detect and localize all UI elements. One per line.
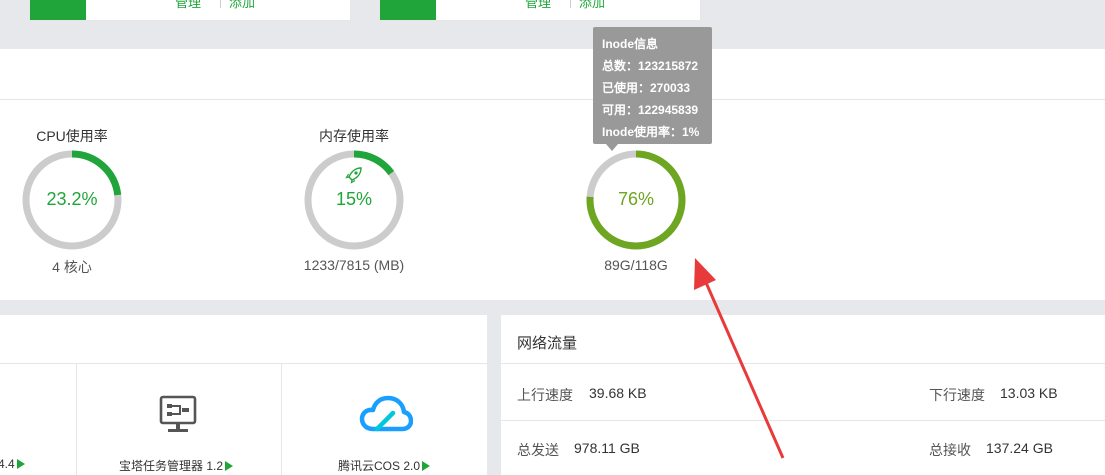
ftp-card: 管理 添加 bbox=[379, 0, 701, 21]
cpu-gauge-value: 23.2% bbox=[46, 189, 98, 209]
cloud-icon[interactable] bbox=[359, 395, 413, 435]
tooltip-usage: Inode使用率：1% bbox=[602, 125, 700, 139]
row-divider bbox=[501, 420, 1105, 421]
play-icon[interactable] bbox=[225, 461, 234, 471]
play-icon[interactable] bbox=[16, 459, 25, 469]
annotation-arrow bbox=[694, 258, 785, 459]
total-received-label: 总接收 bbox=[929, 442, 971, 458]
tooltip-pointer bbox=[606, 144, 618, 151]
software-version: 2.0 bbox=[403, 459, 421, 473]
monitor-icon[interactable] bbox=[158, 395, 198, 435]
cpu-gauge-title: CPU使用率 bbox=[36, 128, 108, 144]
grid-divider bbox=[76, 364, 77, 475]
software-name: 宝塔任务管理器 bbox=[119, 459, 204, 473]
panel-header-divider bbox=[0, 363, 487, 364]
network-title: 网络流量 bbox=[517, 335, 578, 352]
panel-header-divider bbox=[0, 99, 1105, 100]
panel-header-divider bbox=[501, 363, 1105, 364]
total-sent-value: 978.11 GB bbox=[574, 440, 640, 456]
software-version: 4.4 bbox=[0, 457, 15, 471]
tooltip-available: 可用：122945839 bbox=[602, 103, 699, 117]
link-divider bbox=[220, 0, 221, 8]
link-divider bbox=[570, 0, 571, 8]
site-card: 管理 添加 bbox=[29, 0, 351, 21]
cpu-cores: 4 核心 bbox=[52, 259, 92, 275]
manage-link[interactable]: 管理 bbox=[525, 0, 551, 11]
software-name: 腾讯云COS bbox=[338, 459, 401, 473]
tooltip-total: 总数：123215872 bbox=[602, 59, 699, 73]
total-sent-label: 总发送 bbox=[517, 442, 559, 458]
manage-link[interactable]: 管理 bbox=[175, 0, 201, 11]
total-received-value: 137.24 GB bbox=[986, 440, 1053, 456]
card-icon-block bbox=[380, 0, 436, 20]
memory-gauge-value: 15% bbox=[335, 189, 373, 209]
software-item-tencent-cos[interactable]: 腾讯云COS 2.0 bbox=[338, 457, 431, 474]
grid-divider bbox=[281, 364, 282, 475]
tooltip-title: Inode信息 bbox=[602, 37, 658, 51]
upload-speed-value: 39.68 KB bbox=[589, 385, 647, 401]
tooltip-used: 已使用：270033 bbox=[602, 81, 691, 95]
memory-gauge-title: 内存使用率 bbox=[319, 128, 389, 144]
software-item-partial[interactable]: 4.4 bbox=[0, 457, 25, 471]
upload-speed-label: 上行速度 bbox=[517, 387, 573, 403]
rocket-icon[interactable] bbox=[345, 166, 363, 184]
software-item-task-manager[interactable]: 宝塔任务管理器 1.2 bbox=[119, 457, 234, 474]
play-icon[interactable] bbox=[422, 461, 431, 471]
disk-gauge-value: 76% bbox=[617, 189, 655, 209]
add-link[interactable]: 添加 bbox=[229, 0, 255, 11]
download-speed-label: 下行速度 bbox=[929, 387, 985, 403]
download-speed-value: 13.03 KB bbox=[1000, 385, 1058, 401]
inode-tooltip: Inode信息 总数：123215872 已使用：270033 可用：12294… bbox=[593, 27, 712, 144]
add-link[interactable]: 添加 bbox=[579, 0, 605, 11]
memory-usage: 1233/7815 (MB) bbox=[303, 257, 405, 273]
software-panel bbox=[0, 315, 487, 475]
card-icon-block bbox=[30, 0, 86, 20]
software-version: 1.2 bbox=[206, 459, 224, 473]
